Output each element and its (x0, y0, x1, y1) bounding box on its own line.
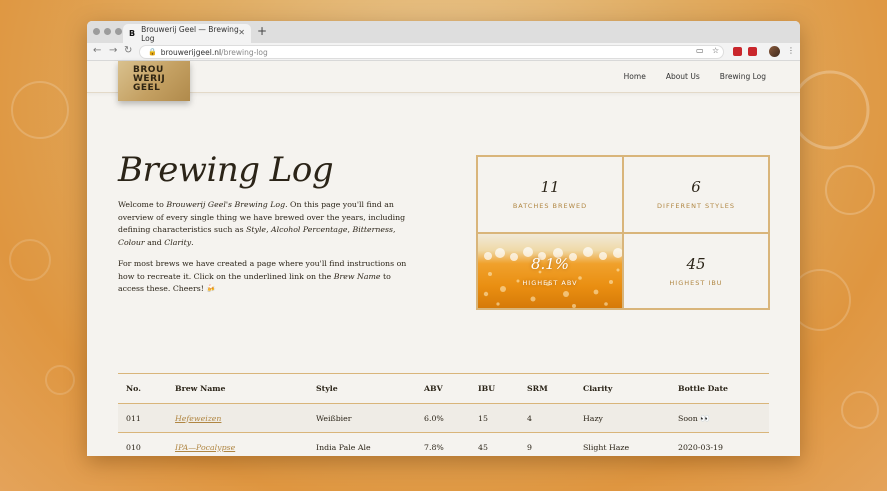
cell-clarity: Slight Haze (575, 432, 670, 456)
stat-highest-ibu: 45 HIGHEST IBU (623, 232, 769, 309)
col-header-style: Style (316, 384, 338, 393)
cell-bottle-date: Soon 👀 (670, 403, 769, 433)
cell-clarity: Hazy (575, 403, 670, 433)
stat-label: HIGHEST ABV (522, 278, 578, 287)
favicon-icon: B (129, 29, 136, 38)
stat-label: DIFFERENT STYLES (657, 202, 735, 211)
col-header-srm: SRM (527, 384, 548, 393)
reload-icon[interactable]: ↻ (124, 45, 132, 56)
cell-style: India Pale Ale (308, 432, 416, 456)
url-domain: brouwerijgeel.nl (160, 47, 222, 57)
cast-icon[interactable]: ▭ (696, 46, 704, 55)
cell-ibu: 45 (470, 432, 519, 456)
cell-bottle-date: 2020-03-19 (670, 432, 769, 456)
nav-about-us[interactable]: About Us (666, 72, 700, 81)
col-header-bottle-date: Bottle Date (678, 384, 729, 393)
website: BROU WERIJ GEEL Home About Us Brewing Lo… (87, 61, 800, 456)
stat-label: HIGHEST IBU (669, 278, 723, 287)
tab-title: Brouwerij Geel — Brewing Log (141, 24, 239, 43)
browser-window: B Brouwerij Geel — Brewing Log ✕ + ← → ↻… (87, 21, 800, 456)
forward-icon[interactable]: → (109, 45, 117, 56)
col-header-abv: ABV (424, 384, 443, 393)
stat-label: BATCHES BREWED (512, 202, 588, 211)
cell-brew-name: IPA—Pocalypse (167, 432, 308, 456)
extension-lock-icon[interactable] (748, 47, 757, 58)
col-header-brew-name: Brew Name (175, 384, 226, 393)
table-row: 011 Hefeweizen Weißbier 6.0% 15 4 Hazy S… (118, 403, 769, 433)
col-header-ibu: IBU (478, 384, 496, 393)
lock-icon: 🔒 (148, 48, 157, 56)
brew-link-hefeweizen[interactable]: Hefeweizen (175, 414, 221, 423)
page-title: Brewing Log (118, 150, 334, 190)
window-zoom-dot[interactable] (115, 28, 122, 35)
url-path: /brewing-log (221, 47, 268, 57)
stat-different-styles: 6 DIFFERENT STYLES (623, 156, 769, 233)
stat-value: 6 (691, 178, 701, 197)
stat-value: 11 (540, 178, 560, 197)
back-icon[interactable]: ← (93, 45, 101, 56)
intro-paragraph-1: Welcome to Brouwerij Geel's Brewing Log.… (118, 200, 406, 247)
new-tab-icon[interactable]: + (257, 24, 267, 38)
window-close-dot[interactable] (93, 28, 100, 35)
brew-link-ipa-pocalypse[interactable]: IPA—Pocalypse (175, 443, 235, 452)
col-header-clarity: Clarity (583, 384, 613, 393)
logo-line-3: GEEL (133, 83, 161, 93)
tab-bar: B Brouwerij Geel — Brewing Log ✕ + (87, 21, 800, 43)
stat-batches-brewed: 11 BATCHES BREWED (477, 156, 623, 233)
cell-no: 010 (118, 432, 167, 456)
browser-tab[interactable]: B Brouwerij Geel — Brewing Log ✕ (123, 24, 251, 43)
brewing-log-table: No. Brew Name Style ABV IBU SRM Clarity … (118, 373, 769, 456)
site-header: BROU WERIJ GEEL Home About Us Brewing Lo… (87, 61, 800, 101)
cell-brew-name: Hefeweizen (167, 403, 308, 433)
nav-home[interactable]: Home (624, 72, 646, 81)
tab-close-icon[interactable]: ✕ (238, 28, 245, 37)
menu-kebab-icon[interactable]: ⋮ (787, 46, 795, 55)
intro-paragraph-2: For most brews we have created a page wh… (118, 259, 407, 293)
stat-value: 45 (686, 254, 706, 273)
brand-logo[interactable]: BROU WERIJ GEEL (118, 61, 190, 101)
stat-value: 8.1% (530, 254, 570, 273)
cell-srm: 4 (519, 403, 575, 433)
extension-shield-icon[interactable] (733, 47, 742, 58)
address-bar[interactable]: 🔒 brouwerijgeel.nl/brewing-log (139, 45, 724, 59)
profile-avatar[interactable] (769, 46, 780, 57)
stat-highest-abv: 8.1% HIGHEST ABV (477, 232, 623, 309)
stats-grid: 11 BATCHES BREWED 6 DIFFERENT STYLES 8.1… (476, 155, 770, 310)
table-header-row: No. Brew Name Style ABV IBU SRM Clarity … (118, 373, 769, 404)
cell-style: Weißbier (308, 403, 416, 433)
table-row: 010 IPA—Pocalypse India Pale Ale 7.8% 45… (118, 432, 769, 456)
cell-abv: 6.0% (416, 403, 470, 433)
cell-ibu: 15 (470, 403, 519, 433)
cell-no: 011 (118, 403, 167, 433)
bookmark-star-icon[interactable]: ☆ (712, 46, 719, 55)
intro-text: Welcome to Brouwerij Geel's Brewing Log.… (118, 199, 418, 305)
main-nav: Home About Us Brewing Log (624, 72, 766, 81)
nav-brewing-log[interactable]: Brewing Log (720, 72, 766, 81)
col-header-no: No. (126, 384, 141, 393)
cell-abv: 7.8% (416, 432, 470, 456)
window-minimize-dot[interactable] (104, 28, 111, 35)
cell-srm: 9 (519, 432, 575, 456)
browser-toolbar: ← → ↻ 🔒 brouwerijgeel.nl/brewing-log ▭ ☆… (87, 43, 800, 61)
